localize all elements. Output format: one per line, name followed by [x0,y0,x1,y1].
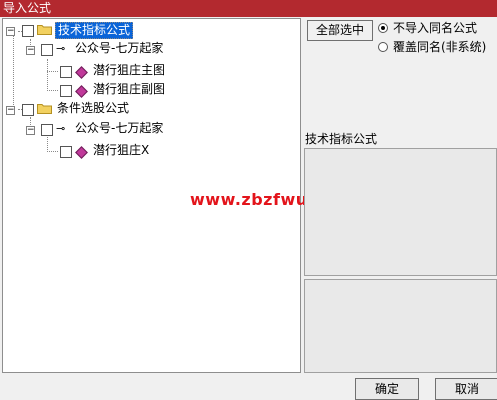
window-title: 导入公式 [3,1,52,15]
radio-overwrite-label[interactable]: 覆盖同名(非系统) [393,40,486,54]
collapse-toggle[interactable]: − [6,27,15,36]
key-icon: ⊸ [56,122,66,135]
tree-node-label: 公众号-七万起家 [75,41,164,55]
collapse-toggle[interactable]: − [26,126,35,135]
title-bar: 导入公式 [0,0,497,17]
tree-checkbox[interactable] [22,104,34,116]
key-icon: ⊸ [56,42,66,55]
radio-skip-duplicates-label[interactable]: 不导入同名公式 [393,21,477,35]
tree-checkbox[interactable] [41,44,53,56]
collapse-toggle[interactable]: − [6,106,15,115]
tree-node-account-group[interactable]: − ⊸ 公众号-七万起家 [3,121,203,140]
tree-checkbox[interactable] [60,66,72,78]
tree-checkbox[interactable] [22,25,34,37]
tree-node-formula[interactable]: 潜行狙庄副图 [3,82,203,101]
info-title: 技术指标公式 [305,132,378,146]
folder-icon [37,25,52,35]
formula-detail-panel [304,279,497,373]
tree-node-screening-formulas[interactable]: − 条件选股公式 [3,101,203,120]
tree-checkbox[interactable] [60,146,72,158]
tree-checkbox[interactable] [41,124,53,136]
tree-node-formula[interactable]: 潜行狙庄主图 [3,63,203,82]
radio-skip-duplicates[interactable] [378,23,388,33]
select-all-button[interactable]: 全部选中 [307,20,373,41]
folder-icon [37,104,52,114]
tree-node-label: 技术指标公式 [55,22,134,39]
tree-node-formula[interactable]: 潜行狙庄X [3,143,203,162]
tree-node-label: 条件选股公式 [57,101,130,115]
tree-node-label: 公众号-七万起家 [75,121,164,135]
tree-node-label: 潜行狙庄主图 [93,63,166,77]
tree-node-label: 潜行狙庄X [93,143,150,157]
radio-overwrite[interactable] [378,42,388,52]
tree-node-technical-formulas[interactable]: − 技术指标公式 [3,22,163,41]
tree-node-account-group[interactable]: − ⊸ 公众号-七万起家 [3,41,203,60]
tree-checkbox[interactable] [60,85,72,97]
cancel-button[interactable]: 取消 [435,378,497,400]
collapse-toggle[interactable]: − [26,46,35,55]
formula-icon [75,85,88,98]
formula-icon [75,146,88,159]
tree-node-label: 潜行狙庄副图 [93,82,166,96]
ok-button[interactable]: 确定 [355,378,419,400]
formula-info-panel [304,148,497,276]
formula-icon [75,66,88,79]
